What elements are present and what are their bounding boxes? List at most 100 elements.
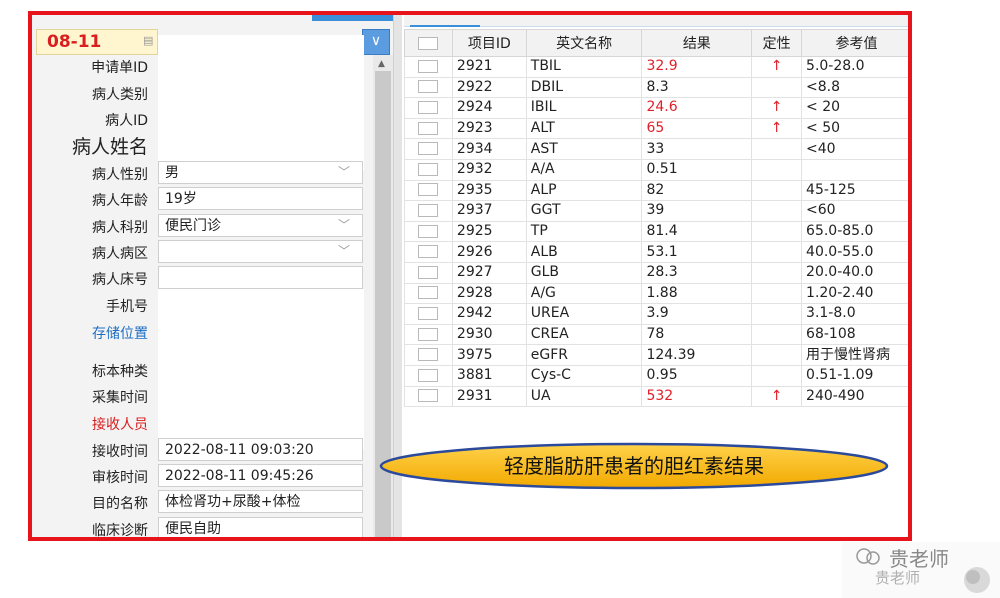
- cell-ref: < 20: [801, 97, 908, 119]
- row-select-cell[interactable]: [404, 364, 453, 387]
- row-select-cell[interactable]: [404, 220, 453, 243]
- cell-result: 65: [641, 117, 753, 140]
- row-select-cell[interactable]: [404, 241, 453, 263]
- chevron-down-icon[interactable]: ﹀: [338, 216, 350, 234]
- table-row[interactable]: 2922 DBIL 8.3 <8.8: [404, 76, 908, 99]
- field-value: 2022-08-11 09:03:20: [165, 442, 314, 458]
- row-select-cell[interactable]: [404, 117, 453, 140]
- cell-result: 78: [641, 323, 753, 346]
- row-select-cell[interactable]: [404, 158, 453, 181]
- column-header-name[interactable]: 英文名称: [525, 29, 643, 57]
- table-row[interactable]: 2924 IBIL 24.6 ↑ < 20: [404, 97, 908, 119]
- column-header-flag[interactable]: 定性: [751, 29, 803, 57]
- row-select-cell[interactable]: [404, 97, 453, 119]
- cell-id: 2921: [451, 56, 527, 78]
- table-row[interactable]: 2923 ALT 65 ↑ < 50: [404, 117, 908, 140]
- row-checkbox[interactable]: [418, 80, 439, 94]
- row-select-cell[interactable]: [404, 385, 453, 408]
- table-row[interactable]: 2937 GGT 39 <60: [404, 200, 908, 222]
- field-input[interactable]: 2022-08-11 09:03:20: [158, 438, 363, 461]
- calendar-icon[interactable]: ▤: [143, 34, 153, 47]
- field-input[interactable]: 19岁: [158, 187, 363, 210]
- cell-flag: ↑: [751, 97, 803, 119]
- row-select-cell[interactable]: [404, 138, 453, 160]
- cell-flag: [751, 76, 803, 99]
- table-row[interactable]: 2930 CREA 78 68-108: [404, 323, 908, 346]
- row-checkbox[interactable]: [418, 59, 439, 73]
- cell-ref: < 50: [801, 117, 908, 140]
- column-header-result[interactable]: 结果: [641, 29, 753, 57]
- row-checkbox[interactable]: [418, 224, 439, 238]
- select-all-checkbox[interactable]: [418, 36, 439, 50]
- row-select-cell[interactable]: [404, 282, 453, 305]
- cell-ref: 0.51-1.09: [801, 364, 908, 387]
- date-field[interactable]: 08-11 ▤: [36, 29, 158, 55]
- table-row[interactable]: 2928 A/G 1.88 1.20-2.40: [404, 282, 908, 305]
- field-input[interactable]: 便民门诊 ﹀: [158, 214, 363, 237]
- table-row[interactable]: 2935 ALP 82 45-125: [404, 179, 908, 202]
- row-select-cell[interactable]: [404, 323, 453, 346]
- row-checkbox[interactable]: [418, 203, 439, 217]
- row-checkbox[interactable]: [418, 121, 439, 135]
- table-row[interactable]: 2926 ALB 53.1 40.0-55.0: [404, 241, 908, 263]
- chevron-down-icon[interactable]: ﹀: [338, 163, 350, 181]
- table-row[interactable]: 3881 Cys-C 0.95 0.51-1.09: [404, 364, 908, 387]
- redacted-area: [158, 289, 364, 449]
- row-checkbox[interactable]: [418, 286, 439, 300]
- table-row[interactable]: 2934 AST 33 <40: [404, 138, 908, 160]
- chevron-down-icon[interactable]: ﹀: [338, 242, 350, 260]
- select-all-header[interactable]: [404, 29, 453, 57]
- chevron-down-icon[interactable]: ∨: [362, 29, 390, 55]
- row-checkbox[interactable]: [418, 245, 439, 259]
- row-checkbox[interactable]: [418, 327, 439, 341]
- cell-name: GLB: [525, 261, 643, 284]
- cell-flag: ↑: [751, 117, 803, 140]
- cell-result: 81.4: [641, 220, 753, 243]
- row-select-cell[interactable]: [404, 261, 453, 284]
- table-row[interactable]: 2927 GLB 28.3 20.0-40.0: [404, 261, 908, 284]
- field-input[interactable]: ﹀: [158, 240, 363, 263]
- tab-strip: [404, 15, 908, 27]
- watermark-script: 贵老师: [875, 569, 921, 587]
- field-input[interactable]: 男 ﹀: [158, 161, 363, 184]
- cell-id: 3975: [451, 344, 527, 366]
- table-row[interactable]: 2942 UREA 3.9 3.1-8.0: [404, 303, 908, 325]
- cell-id: 2934: [451, 138, 527, 160]
- row-checkbox[interactable]: [418, 100, 439, 114]
- row-checkbox[interactable]: [418, 306, 439, 320]
- field-input[interactable]: 便民自助: [158, 517, 363, 537]
- cell-ref: 1.20-2.40: [801, 282, 908, 305]
- row-checkbox[interactable]: [418, 348, 439, 362]
- cell-result: 3.9: [641, 303, 753, 325]
- cell-flag: [751, 200, 803, 222]
- column-header-ref[interactable]: 参考值: [801, 29, 908, 57]
- table-row[interactable]: 2921 TBIL 32.9 ↑ 5.0-28.0: [404, 56, 908, 78]
- cell-flag: [751, 138, 803, 160]
- row-select-cell[interactable]: [404, 76, 453, 99]
- field-label: 病人病区: [92, 246, 148, 262]
- field-input[interactable]: 体检肾功+尿酸+体检: [158, 490, 363, 513]
- field-value: 19岁: [165, 191, 197, 207]
- row-select-cell[interactable]: [404, 303, 453, 325]
- row-checkbox[interactable]: [418, 183, 439, 197]
- row-select-cell[interactable]: [404, 200, 453, 222]
- scroll-up-icon[interactable]: ▲: [378, 59, 385, 69]
- field-input[interactable]: [158, 266, 363, 289]
- table-row[interactable]: 2931 UA 532 ↑ 240-490: [404, 385, 908, 408]
- row-checkbox[interactable]: [418, 162, 439, 176]
- row-select-cell[interactable]: [404, 344, 453, 366]
- row-checkbox[interactable]: [418, 389, 439, 403]
- row-checkbox[interactable]: [418, 142, 439, 156]
- table-row[interactable]: 2932 A/A 0.51: [404, 158, 908, 181]
- field-input[interactable]: 2022-08-11 09:45:26: [158, 464, 363, 487]
- row-checkbox[interactable]: [418, 368, 439, 382]
- cell-id: 2937: [451, 200, 527, 222]
- cell-id: 2923: [451, 117, 527, 140]
- row-checkbox[interactable]: [418, 265, 439, 279]
- row-select-cell[interactable]: [404, 179, 453, 202]
- column-header-id[interactable]: 项目ID: [451, 29, 527, 57]
- row-select-cell[interactable]: [404, 56, 453, 78]
- table-row[interactable]: 3975 eGFR 124.39 用于慢性肾病: [404, 344, 908, 366]
- field-label: 采集时间: [92, 390, 148, 406]
- table-row[interactable]: 2925 TP 81.4 65.0-85.0: [404, 220, 908, 243]
